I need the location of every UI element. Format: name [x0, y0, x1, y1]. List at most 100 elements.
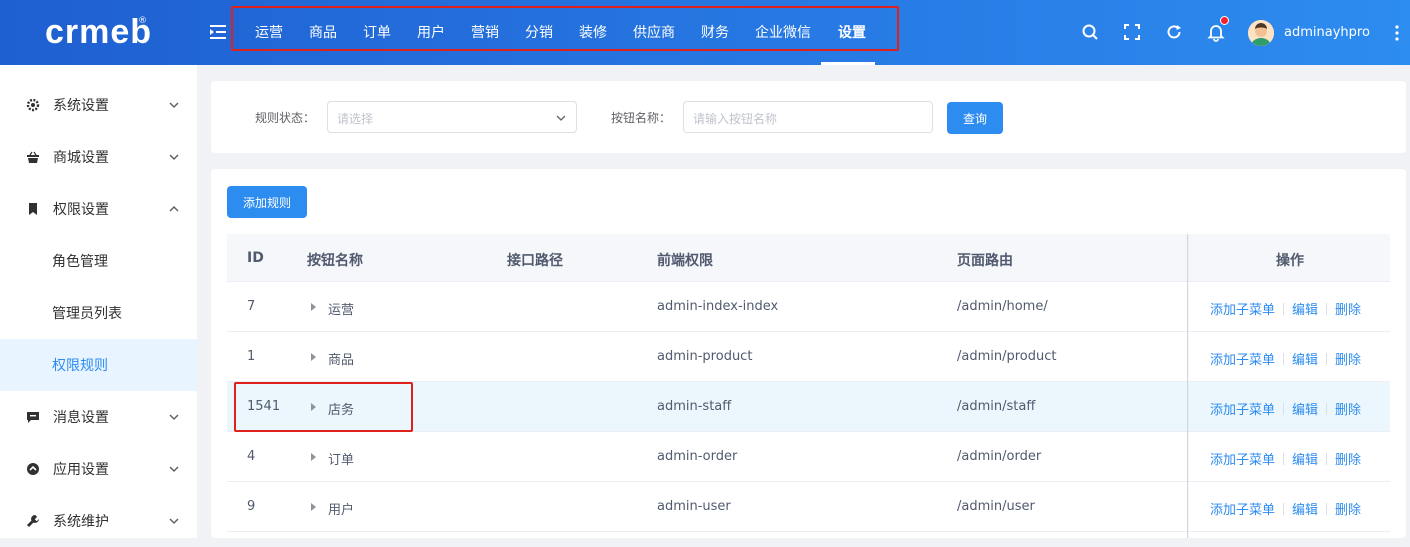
col-page-route: 页面路由 [957, 253, 1013, 269]
table-row[interactable]: 7 运营 admin-index-index /admin/home/ 添加子菜… [227, 282, 1390, 332]
fullscreen-icon[interactable] [1122, 22, 1142, 42]
button-name-placeholder: 请输入按钮名称 [693, 112, 778, 126]
row-actions: 添加子菜单 编辑 删除 [1210, 299, 1361, 318]
add-child-menu-link[interactable]: 添加子菜单 [1210, 353, 1275, 368]
action-divider [1326, 303, 1328, 315]
action-divider [1283, 503, 1285, 515]
refresh-icon[interactable] [1164, 22, 1184, 42]
expand-caret-icon[interactable] [311, 303, 316, 311]
delete-link[interactable]: 删除 [1335, 303, 1361, 318]
chevron-down-icon [169, 414, 179, 421]
sidebar-item-permission-rules[interactable]: 权限规则 [0, 339, 197, 391]
action-divider [1326, 453, 1328, 465]
chevron-down-icon [556, 115, 566, 121]
col-api-path: 接口路径 [507, 253, 563, 269]
rule-status-select[interactable]: 请选择 [327, 101, 577, 133]
cell-route: /admin/product [957, 349, 1057, 364]
action-divider [1326, 403, 1328, 415]
topnav-item-yingxiao[interactable]: 营销 [471, 22, 499, 42]
table-row[interactable]: 9 用户 admin-user /admin/user 添加子菜单 编辑 删除 [227, 482, 1390, 532]
delete-link[interactable]: 删除 [1335, 403, 1361, 418]
col-button-name: 按钮名称 [307, 253, 363, 269]
chevron-up-icon [169, 205, 179, 212]
more-icon[interactable] [1394, 24, 1400, 42]
sidebar-item-label: 角色管理 [52, 254, 108, 270]
sidebar-item-system-maintenance[interactable]: 系统维护 [0, 495, 197, 547]
delete-link[interactable]: 删除 [1335, 453, 1361, 468]
edit-link[interactable]: 编辑 [1292, 453, 1318, 468]
topnav-item-yonghu[interactable]: 用户 [417, 22, 445, 42]
action-divider [1326, 503, 1328, 515]
action-divider [1326, 353, 1328, 365]
cell-perm: admin-staff [657, 399, 732, 414]
cell-perm: admin-order [657, 449, 738, 464]
sidebar-item-admin-list[interactable]: 管理员列表 [0, 287, 197, 339]
cell-name: 用户 [328, 503, 355, 518]
action-divider [1283, 453, 1285, 465]
expand-caret-icon[interactable] [311, 353, 316, 361]
logo-text: crmeb [44, 13, 153, 51]
table-row[interactable]: 4 订单 admin-order /admin/order 添加子菜单 编辑 删除 [227, 432, 1390, 482]
rule-status-label: 规则状态： [255, 111, 316, 125]
search-icon[interactable] [1080, 22, 1100, 42]
expand-caret-icon[interactable] [311, 503, 316, 511]
add-child-menu-link[interactable]: 添加子菜单 [1210, 403, 1275, 418]
crmeb-logo[interactable]: crmeb ® [0, 0, 197, 65]
cell-route: /admin/order [957, 449, 1042, 464]
delete-link[interactable]: 删除 [1335, 353, 1361, 368]
add-child-menu-link[interactable]: 添加子菜单 [1210, 453, 1275, 468]
expand-caret-icon[interactable] [311, 453, 316, 461]
topnav-item-shezhi[interactable]: 设置 [838, 22, 866, 42]
active-tab-indicator [821, 62, 875, 65]
chevron-down-icon [169, 518, 179, 525]
sidebar-item-label: 消息设置 [53, 410, 109, 426]
topnav-item-zhuangxiu[interactable]: 装修 [579, 22, 607, 42]
sidebar-item-message-settings[interactable]: 消息设置 [0, 391, 197, 443]
topnav-item-caiwu[interactable]: 财务 [701, 22, 729, 42]
gear-icon [26, 98, 40, 112]
cell-id: 4 [247, 449, 256, 464]
add-child-menu-link[interactable]: 添加子菜单 [1210, 503, 1275, 518]
edit-link[interactable]: 编辑 [1292, 403, 1318, 418]
row-actions: 添加子菜单 编辑 删除 [1210, 449, 1361, 468]
edit-link[interactable]: 编辑 [1292, 353, 1318, 368]
edit-link[interactable]: 编辑 [1292, 303, 1318, 318]
topnav-item-yunying[interactable]: 运营 [255, 22, 283, 42]
topnav-item-gongyingshang[interactable]: 供应商 [633, 22, 675, 42]
table-row[interactable]: 1 商品 admin-product /admin/product 添加子菜单 编… [227, 332, 1390, 382]
username[interactable]: adminayhpro [1284, 25, 1370, 40]
action-divider [1283, 403, 1285, 415]
query-button[interactable]: 查询 [947, 102, 1003, 134]
col-actions: 操作 [1276, 253, 1304, 269]
cell-route: /admin/user [957, 499, 1035, 514]
col-id: ID [247, 250, 264, 266]
topnav-item-shangpin[interactable]: 商品 [309, 22, 337, 42]
topnav-item-qiyeweixin[interactable]: 企业微信 [755, 22, 811, 42]
annotation-highlight-box [234, 382, 413, 432]
sidebar-item-mall-settings[interactable]: 商城设置 [0, 131, 197, 183]
sidebar-item-label: 商城设置 [53, 150, 109, 166]
sidebar-item-role-management[interactable]: 角色管理 [0, 235, 197, 287]
topnav-item-dingdan[interactable]: 订单 [363, 22, 391, 42]
delete-link[interactable]: 删除 [1335, 503, 1361, 518]
button-name-input[interactable]: 请输入按钮名称 [683, 101, 933, 133]
fixed-column-shadow [1187, 234, 1189, 538]
add-rule-button[interactable]: 添加规则 [227, 186, 307, 218]
avatar[interactable] [1248, 20, 1274, 46]
edit-link[interactable]: 编辑 [1292, 503, 1318, 518]
top-header: crmeb ® 运营 商品 订单 用户 营销 分销 装修 供应商 财务 企业微信… [0, 0, 1410, 65]
topnav-item-fenxiao[interactable]: 分销 [525, 22, 553, 42]
cell-route: /admin/home/ [957, 299, 1048, 314]
sidebar-item-permission-settings[interactable]: 权限设置 [0, 183, 197, 235]
sidebar-item-label: 管理员列表 [52, 306, 122, 322]
add-child-menu-link[interactable]: 添加子菜单 [1210, 303, 1275, 318]
sidebar-item-label: 系统维护 [53, 514, 109, 530]
chevron-down-icon [169, 466, 179, 473]
bell-icon[interactable] [1206, 22, 1226, 42]
sidebar-item-system-settings[interactable]: 系统设置 [0, 79, 197, 131]
sidebar-item-app-settings[interactable]: 应用设置 [0, 443, 197, 495]
row-actions: 添加子菜单 编辑 删除 [1210, 399, 1361, 418]
menu-fold-icon[interactable] [208, 22, 228, 42]
avatar-person-icon [1248, 20, 1274, 46]
action-divider [1283, 303, 1285, 315]
